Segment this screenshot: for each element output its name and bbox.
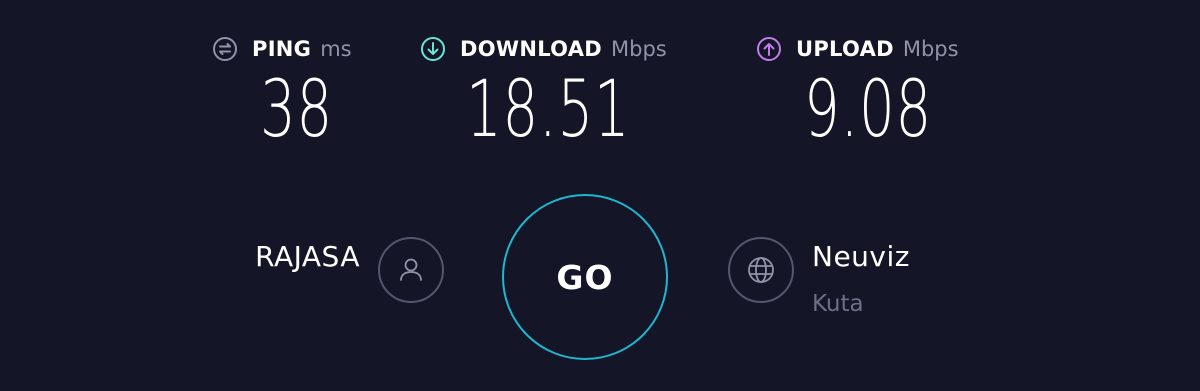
ping-label: PING (252, 37, 312, 61)
upload-arrow-icon (756, 36, 782, 62)
server-location: Kuta (812, 291, 864, 317)
ping-header: PING ms (212, 36, 352, 62)
go-button[interactable]: GO (502, 194, 668, 360)
go-label: GO (556, 257, 614, 297)
upload-label: UPLOAD (796, 37, 894, 61)
speedtest-panel: PING ms 38 DOWNLOAD Mbps 18.51 UPLOAD Mb… (0, 0, 1200, 391)
upload-unit: Mbps (902, 37, 959, 61)
ping-unit: ms (320, 37, 352, 61)
isp-name: RAJASA (255, 240, 360, 273)
download-unit: Mbps (611, 37, 667, 61)
server-name[interactable]: Neuviz (812, 240, 910, 273)
download-label: DOWNLOAD (460, 37, 603, 61)
globe-icon[interactable] (728, 237, 794, 303)
upload-header: UPLOAD Mbps (756, 36, 959, 62)
download-value: 18.51 (466, 65, 631, 155)
ping-icon (212, 36, 238, 62)
upload-metric: UPLOAD Mbps 9.08 (756, 36, 959, 149)
download-metric: DOWNLOAD Mbps 18.51 (420, 36, 667, 149)
upload-value: 9.08 (804, 65, 932, 155)
ping-value: 38 (260, 65, 333, 155)
download-header: DOWNLOAD Mbps (420, 36, 667, 62)
ping-metric: PING ms 38 (212, 36, 352, 149)
user-icon[interactable] (378, 237, 444, 303)
download-arrow-icon (420, 36, 446, 62)
